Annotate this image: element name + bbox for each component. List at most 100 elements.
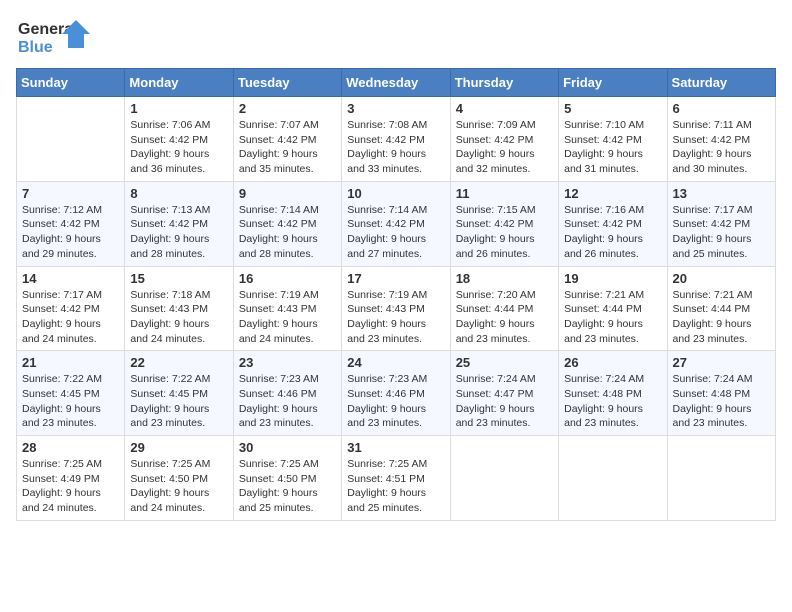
calendar-cell: 2 Sunrise: 7:07 AMSunset: 4:42 PMDaylight… [233,97,341,182]
day-number: 6 [673,101,770,116]
calendar-cell: 1Sunrise: 7:06 AMSunset: 4:42 PMDaylight… [125,97,233,182]
calendar-cell: 14 Sunrise: 7:17 AMSunset: 4:42 PMDayligh… [17,266,125,351]
day-info: Sunrise: 7:24 AMSunset: 4:47 PMDaylight:… [456,372,553,431]
calendar-cell: 20 Sunrise: 7:21 AMSunset: 4:44 PMDayligh… [667,266,775,351]
calendar-cell: 27 Sunrise: 7:24 AMSunset: 4:48 PMDayligh… [667,351,775,436]
day-info: Sunrise: 7:22 AMSunset: 4:45 PMDaylight:… [22,372,119,431]
header-day-saturday: Saturday [667,69,775,97]
header-day-tuesday: Tuesday [233,69,341,97]
day-number: 14 [22,271,119,286]
calendar-cell: 12 Sunrise: 7:16 AMSunset: 4:42 PMDayligh… [559,181,667,266]
calendar-cell: 10 Sunrise: 7:14 AMSunset: 4:42 PMDayligh… [342,181,450,266]
day-number: 27 [673,355,770,370]
day-info: Sunrise: 7:14 AMSunset: 4:42 PMDaylight:… [347,203,444,262]
calendar-week-row: 21 Sunrise: 7:22 AMSunset: 4:45 PMDayligh… [17,351,776,436]
day-info: Sunrise: 7:24 AMSunset: 4:48 PMDaylight:… [673,372,770,431]
day-info: Sunrise: 7:25 AMSunset: 4:50 PMDaylight:… [130,457,227,516]
calendar-cell: 28Sunrise: 7:25 AMSunset: 4:49 PMDayligh… [17,436,125,521]
calendar-week-row: 14 Sunrise: 7:17 AMSunset: 4:42 PMDayligh… [17,266,776,351]
calendar-cell: 11Sunrise: 7:15 AMSunset: 4:42 PMDayligh… [450,181,558,266]
day-info: Sunrise: 7:12 AMSunset: 4:42 PMDaylight:… [22,203,119,262]
calendar-cell: 8Sunrise: 7:13 AMSunset: 4:42 PMDaylight… [125,181,233,266]
calendar-cell [450,436,558,521]
day-info: Sunrise: 7:10 AMSunset: 4:42 PMDaylight:… [564,118,661,177]
calendar-cell: 24 Sunrise: 7:23 AMSunset: 4:46 PMDayligh… [342,351,450,436]
day-info: Sunrise: 7:06 AMSunset: 4:42 PMDaylight:… [130,118,227,177]
day-number: 31 [347,440,444,455]
day-number: 17 [347,271,444,286]
calendar-cell [17,97,125,182]
day-info: Sunrise: 7:17 AMSunset: 4:42 PMDaylight:… [22,288,119,347]
day-number: 26 [564,355,661,370]
day-info: Sunrise: 7:08 AMSunset: 4:42 PMDaylight:… [347,118,444,177]
day-number: 5 [564,101,661,116]
calendar-cell [559,436,667,521]
calendar-cell: 15 Sunrise: 7:18 AMSunset: 4:43 PMDayligh… [125,266,233,351]
day-info: Sunrise: 7:14 AMSunset: 4:42 PMDaylight:… [239,203,336,262]
day-info: Sunrise: 7:13 AMSunset: 4:42 PMDaylight:… [130,203,227,262]
day-number: 22 [130,355,227,370]
header-day-sunday: Sunday [17,69,125,97]
logo-icon: GeneralBlue [16,16,96,60]
day-number: 25 [456,355,553,370]
day-info: Sunrise: 7:09 AMSunset: 4:42 PMDaylight:… [456,118,553,177]
day-info: Sunrise: 7:23 AMSunset: 4:46 PMDaylight:… [239,372,336,431]
calendar-cell: 29 Sunrise: 7:25 AMSunset: 4:50 PMDayligh… [125,436,233,521]
calendar-week-row: 28Sunrise: 7:25 AMSunset: 4:49 PMDayligh… [17,436,776,521]
day-info: Sunrise: 7:21 AMSunset: 4:44 PMDaylight:… [673,288,770,347]
day-number: 2 [239,101,336,116]
calendar-cell: 3 Sunrise: 7:08 AMSunset: 4:42 PMDaylight… [342,97,450,182]
day-number: 15 [130,271,227,286]
day-number: 13 [673,186,770,201]
day-number: 4 [456,101,553,116]
day-info: Sunrise: 7:16 AMSunset: 4:42 PMDaylight:… [564,203,661,262]
day-info: Sunrise: 7:07 AMSunset: 4:42 PMDaylight:… [239,118,336,177]
header-day-monday: Monday [125,69,233,97]
calendar-table: SundayMondayTuesdayWednesdayThursdayFrid… [16,68,776,521]
calendar-cell: 22 Sunrise: 7:22 AMSunset: 4:45 PMDayligh… [125,351,233,436]
day-number: 3 [347,101,444,116]
header-day-friday: Friday [559,69,667,97]
calendar-header-row: SundayMondayTuesdayWednesdayThursdayFrid… [17,69,776,97]
day-info: Sunrise: 7:21 AMSunset: 4:44 PMDaylight:… [564,288,661,347]
day-number: 18 [456,271,553,286]
calendar-week-row: 1Sunrise: 7:06 AMSunset: 4:42 PMDaylight… [17,97,776,182]
calendar-cell: 30Sunrise: 7:25 AMSunset: 4:50 PMDayligh… [233,436,341,521]
calendar-cell: 31Sunrise: 7:25 AMSunset: 4:51 PMDayligh… [342,436,450,521]
day-info: Sunrise: 7:17 AMSunset: 4:42 PMDaylight:… [673,203,770,262]
day-number: 29 [130,440,227,455]
day-info: Sunrise: 7:19 AMSunset: 4:43 PMDaylight:… [239,288,336,347]
day-info: Sunrise: 7:23 AMSunset: 4:46 PMDaylight:… [347,372,444,431]
calendar-cell: 13 Sunrise: 7:17 AMSunset: 4:42 PMDayligh… [667,181,775,266]
day-number: 9 [239,186,336,201]
day-info: Sunrise: 7:18 AMSunset: 4:43 PMDaylight:… [130,288,227,347]
day-number: 21 [22,355,119,370]
calendar-cell: 25 Sunrise: 7:24 AMSunset: 4:47 PMDayligh… [450,351,558,436]
day-number: 30 [239,440,336,455]
day-number: 12 [564,186,661,201]
calendar-week-row: 7Sunrise: 7:12 AMSunset: 4:42 PMDaylight… [17,181,776,266]
day-info: Sunrise: 7:19 AMSunset: 4:43 PMDaylight:… [347,288,444,347]
day-number: 16 [239,271,336,286]
calendar-cell: 5 Sunrise: 7:10 AMSunset: 4:42 PMDaylight… [559,97,667,182]
day-number: 11 [456,186,553,201]
day-number: 20 [673,271,770,286]
day-info: Sunrise: 7:22 AMSunset: 4:45 PMDaylight:… [130,372,227,431]
day-number: 28 [22,440,119,455]
calendar-cell: 23Sunrise: 7:23 AMSunset: 4:46 PMDayligh… [233,351,341,436]
calendar-cell: 21 Sunrise: 7:22 AMSunset: 4:45 PMDayligh… [17,351,125,436]
day-number: 24 [347,355,444,370]
day-info: Sunrise: 7:11 AMSunset: 4:42 PMDaylight:… [673,118,770,177]
calendar-cell: 18 Sunrise: 7:20 AMSunset: 4:44 PMDayligh… [450,266,558,351]
day-number: 10 [347,186,444,201]
header-day-thursday: Thursday [450,69,558,97]
calendar-cell: 19Sunrise: 7:21 AMSunset: 4:44 PMDayligh… [559,266,667,351]
day-info: Sunrise: 7:20 AMSunset: 4:44 PMDaylight:… [456,288,553,347]
calendar-cell: 17 Sunrise: 7:19 AMSunset: 4:43 PMDayligh… [342,266,450,351]
calendar-cell: 26 Sunrise: 7:24 AMSunset: 4:48 PMDayligh… [559,351,667,436]
svg-text:Blue: Blue [18,39,53,56]
calendar-cell: 7Sunrise: 7:12 AMSunset: 4:42 PMDaylight… [17,181,125,266]
calendar-cell: 9 Sunrise: 7:14 AMSunset: 4:42 PMDaylight… [233,181,341,266]
day-info: Sunrise: 7:24 AMSunset: 4:48 PMDaylight:… [564,372,661,431]
logo: GeneralBlue [16,16,96,60]
